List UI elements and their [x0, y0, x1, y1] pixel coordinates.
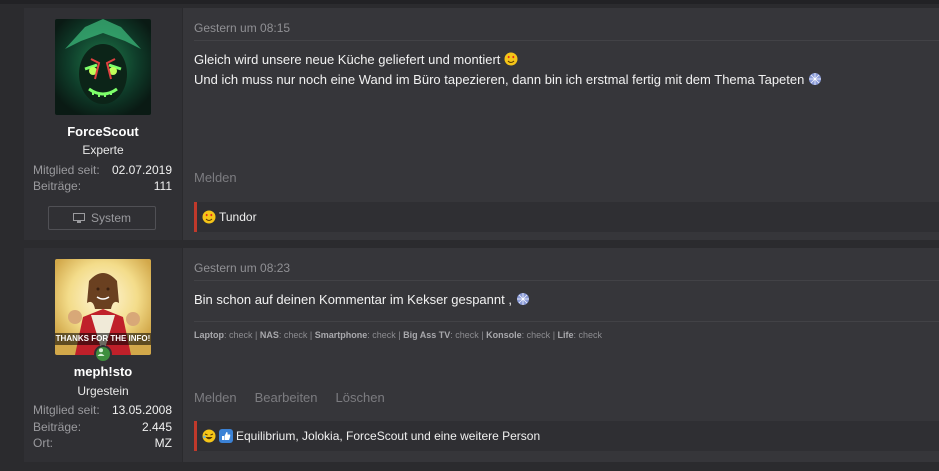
disco-ball-emoji-icon: [808, 73, 821, 85]
signature-label: Smartphone: [314, 330, 368, 340]
signature-divider: [194, 321, 939, 322]
signature-label: Big Ass TV: [403, 330, 451, 340]
stat-label: Ort:: [33, 436, 53, 450]
signature-label: Konsole: [486, 330, 522, 340]
user-title: Urgestein: [77, 384, 129, 398]
heart-eyes-emoji-icon: [202, 210, 216, 224]
post-actions: Melden: [194, 170, 237, 185]
report-link[interactable]: Melden: [194, 170, 237, 185]
stat-label: Mitglied seit:: [33, 403, 100, 417]
laughing-emoji-icon: [202, 429, 216, 443]
thumbs-up-icon: [219, 429, 233, 443]
message-text: Und ich muss nur noch eine Wand im Büro …: [194, 72, 805, 87]
post-date[interactable]: Gestern um 08:23: [194, 261, 290, 275]
monitor-icon: [72, 213, 85, 223]
stat-joined: Mitglied seit: 02.07.2019: [33, 163, 172, 179]
stat-joined: Mitglied seit: 13.05.2008: [33, 403, 172, 419]
signature-value: : check: [224, 330, 253, 340]
stat-value: 13.05.2008: [111, 403, 172, 417]
system-button-label: System: [90, 211, 131, 225]
signature-separator: |: [395, 330, 404, 340]
avatar-image: [55, 19, 151, 115]
post-actions: Melden Bearbeiten Löschen: [194, 390, 385, 405]
stat-label: Beiträge:: [33, 420, 82, 434]
stat-value: 111: [153, 179, 172, 193]
disco-ball-emoji-icon: [516, 293, 529, 305]
signature-label: Life: [557, 330, 574, 340]
avatar-caption: THANKS FOR THE INFO!: [55, 334, 151, 343]
top-divider: [0, 0, 939, 4]
stat-value: 2.445: [141, 420, 172, 434]
signature-label: Laptop: [194, 330, 224, 340]
signature-value: : check: [521, 330, 551, 340]
post: ForceScout Experte Mitglied seit: 02.07.…: [24, 8, 939, 240]
stat-label: Mitglied seit:: [33, 163, 100, 177]
reactions-bar[interactable]: Tundor: [194, 202, 939, 232]
stat-value: 02.07.2019: [111, 163, 172, 177]
username[interactable]: meph!sto: [24, 364, 182, 379]
signature-label: NAS: [259, 330, 279, 340]
username[interactable]: ForceScout: [24, 124, 182, 139]
message-line: Gleich wird unsere neue Küche geliefert …: [194, 50, 518, 70]
stat-value: MZ: [154, 436, 172, 450]
signature-separator: |: [550, 330, 558, 340]
author-panel: ForceScout Experte Mitglied seit: 02.07.…: [24, 8, 183, 240]
delete-link[interactable]: Löschen: [336, 390, 385, 405]
signature-value: : check: [450, 330, 479, 340]
report-link[interactable]: Melden: [194, 390, 237, 405]
divider: [194, 40, 939, 41]
stat-posts: Beiträge: 111: [33, 179, 172, 195]
divider: [194, 280, 939, 281]
reactions-list[interactable]: Equilibrium, Jolokia, ForceScout und ein…: [236, 429, 540, 443]
user-title: Experte: [82, 143, 124, 157]
heart-eyes-emoji-icon: [504, 52, 518, 66]
post-content: Gestern um 08:15 Gleich wird unsere neue…: [194, 8, 939, 240]
online-status-icon: [94, 345, 112, 363]
signature-value: : check: [573, 330, 603, 340]
signature-value: : check: [367, 330, 396, 340]
message-text: Bin schon auf deinen Kommentar im Kekser…: [194, 292, 512, 307]
avatar[interactable]: [55, 19, 151, 115]
reactions-list[interactable]: Tundor: [219, 210, 257, 224]
system-button[interactable]: System: [48, 206, 156, 230]
message-line: Bin schon auf deinen Kommentar im Kekser…: [194, 290, 530, 310]
stat-location: Ort: MZ: [33, 436, 172, 452]
avatar[interactable]: THANKS FOR THE INFO!: [55, 259, 151, 355]
reactions-bar[interactable]: Equilibrium, Jolokia, ForceScout und ein…: [194, 421, 939, 451]
stat-posts: Beiträge: 2.445: [33, 420, 172, 436]
post-content: Gestern um 08:23 Bin schon auf deinen Ko…: [194, 248, 939, 462]
signature-separator: |: [307, 330, 315, 340]
signature: Laptop: check | NAS: check | Smartphone:…: [194, 330, 602, 340]
message-line: Und ich muss nur noch eine Wand im Büro …: [194, 70, 822, 90]
post: THANKS FOR THE INFO! meph!sto Urgestein …: [24, 248, 939, 462]
signature-separator: |: [252, 330, 260, 340]
post-date[interactable]: Gestern um 08:15: [194, 21, 290, 35]
author-panel: THANKS FOR THE INFO! meph!sto Urgestein …: [24, 248, 183, 462]
message-text: Gleich wird unsere neue Küche geliefert …: [194, 52, 501, 67]
edit-link[interactable]: Bearbeiten: [255, 390, 318, 405]
signature-value: : check: [278, 330, 308, 340]
stat-label: Beiträge:: [33, 179, 82, 193]
